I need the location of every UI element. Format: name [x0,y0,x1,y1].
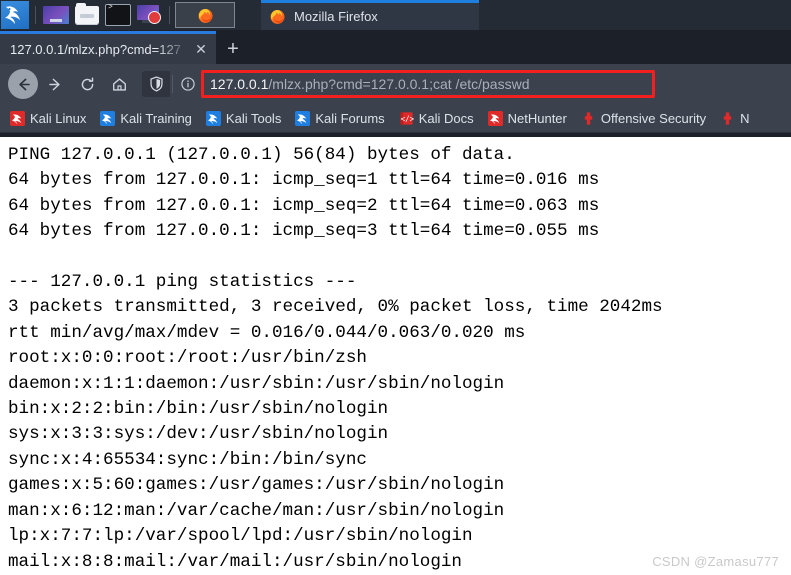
url-host: 127.0.0.1 [210,76,269,92]
bookmark-label: NetHunter [507,110,567,126]
exploitdb-icon [723,111,732,125]
terminal-icon[interactable] [105,3,131,26]
kali-dragon-icon [295,110,311,126]
firefox-window: 127.0.0.1/mlzx.php?cmd=127 ✕ + 127.0.0.1… [0,30,791,137]
reload-icon [81,76,93,90]
arrow-right-icon [48,78,60,90]
bookmark-kali-training[interactable]: Kali Training [100,110,192,126]
back-button[interactable] [8,69,38,99]
bookmark-label: N [740,110,750,126]
firefox-icon [198,8,212,23]
window-list-item-label: Mozilla Firefox [294,9,378,24]
bookmark-label: Kali Tools [225,110,282,126]
kali-dragon-icon [10,110,25,126]
bookmark-kali-forums[interactable]: Kali Forums [295,110,385,126]
taskbar: Mozilla Firefox [0,0,791,30]
book-icon: </> [400,111,414,125]
close-icon[interactable]: ✕ [192,40,210,58]
taskbar-separator-2 [169,6,170,24]
exploitdb-icon [584,111,593,125]
taskbar-separator-1 [35,6,36,24]
new-tab-button[interactable]: + [216,34,250,64]
taskbar-spacer [235,0,261,30]
kali-dragon-icon [100,110,116,126]
bookmark-offensive-security[interactable]: Offensive Security [581,111,706,126]
window-list-item-firefox[interactable]: Mozilla Firefox [261,0,479,30]
bookmark-label: Kali Training [120,110,192,126]
home-icon [112,77,126,91]
tab-active[interactable]: 127.0.0.1/mlzx.php?cmd=127 ✕ [0,31,216,64]
home-button[interactable] [104,69,134,99]
reload-button[interactable] [72,69,102,99]
page-content: PING 127.0.0.1 (127.0.0.1) 56(84) bytes … [0,137,791,575]
taskbar-launcher-icons [41,0,164,30]
bookmark-kali-linux[interactable]: Kali Linux [10,110,87,126]
desktop-screen: Mozilla Firefox 127.0.0.1/mlzx.php?cmd=1… [0,0,791,575]
watermark: CSDN @Zamasu777 [652,554,779,569]
url-path: /mlzx.php?cmd=127.0.0.1;cat /etc/passwd [268,76,530,92]
bookmark-label: Kali Forums [315,110,385,126]
taskbar-tray-area [479,0,791,30]
tab-strip: 127.0.0.1/mlzx.php?cmd=127 ✕ + [0,30,791,64]
file-manager-icon[interactable] [74,2,100,26]
shield-icon[interactable] [142,71,170,97]
navigation-toolbar: 127.0.0.1/mlzx.php?cmd=127.0.0.1;cat /et… [0,64,791,104]
page-info-icon[interactable] [175,71,201,97]
bookmark-label: Kali Docs [418,110,474,126]
bookmarks-toolbar: Kali Linux Kali Training Kali Tools Kali… [0,104,791,133]
screen-recorder-icon[interactable] [136,4,162,26]
arrow-left-icon [18,78,30,90]
url-divider [172,75,173,93]
bookmark-kali-tools[interactable]: Kali Tools [205,110,282,126]
bookmark-overflow[interactable]: N [720,110,750,126]
bookmark-label: Offensive Security [600,110,707,126]
firefox-icon [270,9,285,24]
url-input[interactable]: 127.0.0.1/mlzx.php?cmd=127.0.0.1;cat /et… [201,70,655,98]
bookmark-kali-docs[interactable]: </> Kali Docs [399,111,474,126]
url-bar-container: 127.0.0.1/mlzx.php?cmd=127.0.0.1;cat /et… [142,69,783,99]
workspace-switcher-icon[interactable] [43,4,69,26]
kali-dragon-icon [205,110,221,126]
taskbar-firefox-launcher[interactable] [175,2,235,28]
command-output-text: PING 127.0.0.1 (127.0.0.1) 56(84) bytes … [8,145,663,572]
svg-text:</>: </> [400,114,413,123]
kali-dragon-icon [487,110,503,126]
bookmark-nethunter[interactable]: NetHunter [487,110,567,126]
applications-menu-button[interactable] [0,0,30,30]
kali-dragon-icon [1,1,29,29]
bookmark-label: Kali Linux [30,110,87,126]
tab-title: 127.0.0.1/mlzx.php?cmd=127 [10,41,181,57]
forward-button[interactable] [40,69,70,99]
